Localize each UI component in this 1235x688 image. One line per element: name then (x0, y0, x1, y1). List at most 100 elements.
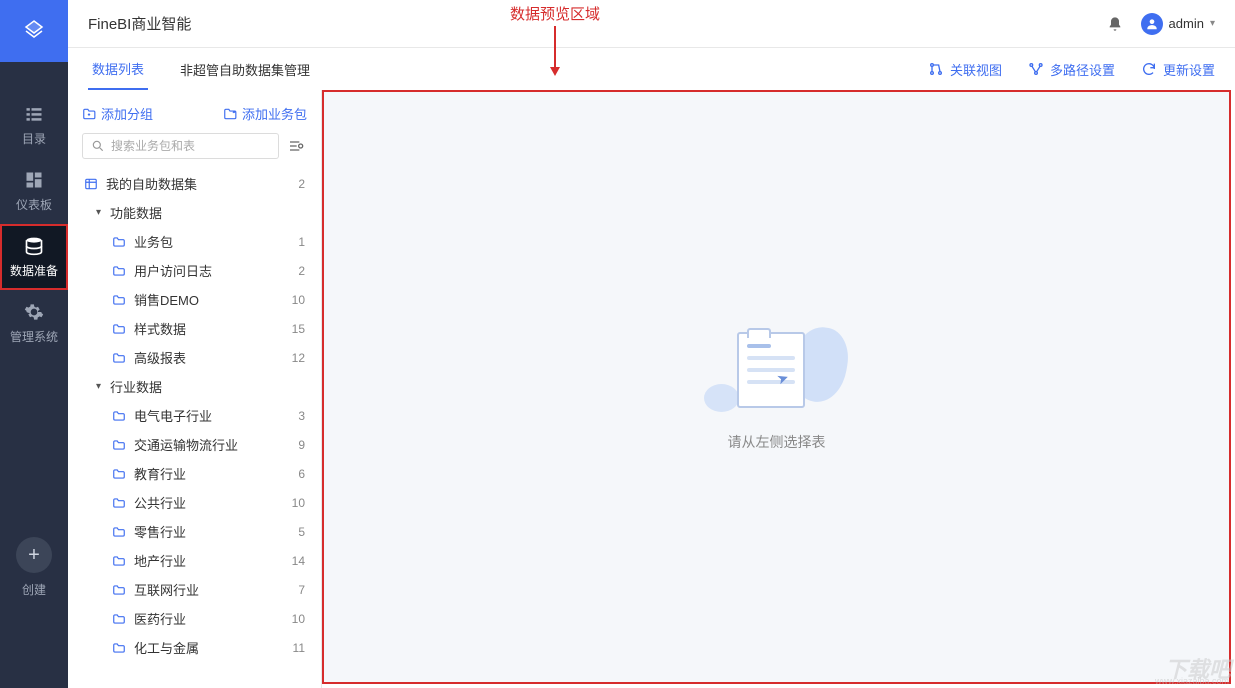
preview-area: ➤ 请从左侧选择表 (322, 90, 1231, 684)
filter-icon (288, 138, 304, 154)
empty-illustration: ➤ (712, 322, 842, 412)
caret-down-icon: ▾ (96, 207, 110, 218)
user-menu[interactable]: admin ▾ (1141, 13, 1215, 35)
folder-icon (110, 554, 128, 568)
tree-item[interactable]: 销售DEMO 10 (82, 285, 321, 314)
action-label: 添加分组 (101, 104, 153, 123)
add-group-button[interactable]: 添加分组 (82, 104, 153, 123)
folder-icon (110, 351, 128, 365)
tree-label: 银行金融 (134, 667, 186, 669)
tree-item[interactable]: 交通运输物流行业 9 (82, 430, 321, 459)
folder-icon (110, 235, 128, 249)
nav-item-admin[interactable]: 管理系统 (0, 290, 68, 356)
empty-text: 请从左侧选择表 (728, 432, 826, 452)
tree-count: 6 (298, 467, 305, 481)
toolbar: 数据列表 非超管自助数据集管理 关联视图 多路径设置 更新设置 (68, 48, 1235, 90)
tree-label: 交通运输物流行业 (134, 435, 238, 454)
tree-label: 样式数据 (134, 319, 186, 338)
dashboard-icon (24, 170, 44, 190)
list-icon (24, 104, 44, 124)
link-label: 更新设置 (1163, 60, 1215, 79)
tree-label: 业务包 (134, 232, 173, 251)
tree-count: 3 (298, 409, 305, 423)
data-panel: 添加分组 添加业务包 我的自助数据集 2 ▾ 功能数据 业务包1 用户访问日志2… (68, 90, 322, 688)
avatar (1141, 13, 1163, 35)
tree-count: 14 (292, 554, 305, 568)
nav-item-data-prep[interactable]: 数据准备 (0, 224, 68, 290)
folder-icon (110, 322, 128, 336)
folder-icon (110, 525, 128, 539)
tree-group[interactable]: ▾ 行业数据 (82, 372, 321, 401)
tree-count: 9 (298, 438, 305, 452)
tab-label: 非超管自助数据集管理 (180, 60, 310, 79)
tree-count: 15 (292, 322, 305, 336)
tree-item[interactable]: 业务包1 (82, 227, 321, 256)
tree-item[interactable]: 医药行业10 (82, 604, 321, 633)
folder-icon (110, 641, 128, 655)
tree-label: 电气电子行业 (134, 406, 212, 425)
tree-item[interactable]: 用户访问日志2 (82, 256, 321, 285)
filter-button[interactable] (285, 135, 307, 157)
link-update-settings[interactable]: 更新设置 (1141, 60, 1215, 79)
tree-item[interactable]: 公共行业10 (82, 488, 321, 517)
folder-plus-icon (82, 107, 96, 121)
tree-group[interactable]: ▾ 功能数据 (82, 198, 321, 227)
nav-item-dashboard[interactable]: 仪表板 (0, 158, 68, 224)
tree-item[interactable]: 样式数据 15 (82, 314, 321, 343)
nav-create[interactable]: + 创建 (0, 537, 68, 598)
tree-item[interactable]: 地产行业 14 (82, 546, 321, 575)
search-box[interactable] (82, 133, 279, 159)
add-package-button[interactable]: 添加业务包 (223, 104, 307, 123)
tree-count: 10 (292, 293, 305, 307)
header: FineBI商业智能 admin ▾ (68, 0, 1235, 48)
tree-item[interactable]: 高级报表12 (82, 343, 321, 372)
tree-my-dataset[interactable]: 我的自助数据集 2 (82, 169, 321, 198)
tree-count: 12 (292, 351, 305, 365)
tree-label: 地产行业 (134, 551, 186, 570)
nav-label: 管理系统 (10, 328, 58, 345)
package-plus-icon (223, 107, 237, 121)
tree-item[interactable]: 零售行业5 (82, 517, 321, 546)
action-label: 添加业务包 (242, 104, 307, 123)
search-input[interactable] (111, 139, 270, 153)
tree-item[interactable]: 教育行业6 (82, 459, 321, 488)
nav-label: 目录 (22, 130, 46, 147)
logo-icon (22, 19, 46, 43)
tree-item[interactable]: 互联网行业7 (82, 575, 321, 604)
user-name: admin (1169, 16, 1204, 31)
link-label: 多路径设置 (1050, 60, 1115, 79)
folder-icon (110, 438, 128, 452)
tree-label: 化工与金属 (134, 638, 199, 657)
tree-label: 功能数据 (110, 203, 162, 222)
nav-item-catalog[interactable]: 目录 (0, 92, 68, 158)
bell-icon[interactable] (1107, 16, 1123, 32)
nav-label: 仪表板 (16, 196, 52, 213)
tree-count: 5 (298, 525, 305, 539)
nav-sidebar: 目录 仪表板 数据准备 管理系统 + 创建 (0, 0, 68, 688)
link-label: 关联视图 (950, 60, 1002, 79)
gear-icon (24, 302, 44, 322)
nav-create-label: 创建 (22, 581, 46, 598)
user-icon (1145, 17, 1159, 31)
link-relation-view[interactable]: 关联视图 (928, 60, 1002, 79)
tab-nonadmin-dataset[interactable]: 非超管自助数据集管理 (176, 48, 314, 90)
path-icon (1028, 61, 1044, 77)
tree-label: 公共行业 (134, 493, 186, 512)
folder-icon (110, 264, 128, 278)
nav-label: 数据准备 (10, 262, 58, 279)
tree-count: 10 (292, 612, 305, 626)
tree-item[interactable]: 化工与金属11 (82, 633, 321, 662)
refresh-icon (1141, 61, 1157, 77)
plus-icon: + (16, 537, 52, 573)
dataset-icon (82, 177, 100, 191)
tree-count: 2 (298, 264, 305, 278)
app-logo[interactable] (0, 0, 68, 62)
search-icon (91, 139, 105, 153)
tree-count: 7 (298, 583, 305, 597)
app-title: FineBI商业智能 (88, 13, 191, 34)
tree-item[interactable]: 电气电子行业 3 (82, 401, 321, 430)
tab-data-list[interactable]: 数据列表 (88, 48, 148, 90)
link-multipath[interactable]: 多路径设置 (1028, 60, 1115, 79)
tree-label: 销售DEMO (134, 290, 199, 309)
tree-item[interactable]: 银行金融14 (82, 662, 321, 669)
